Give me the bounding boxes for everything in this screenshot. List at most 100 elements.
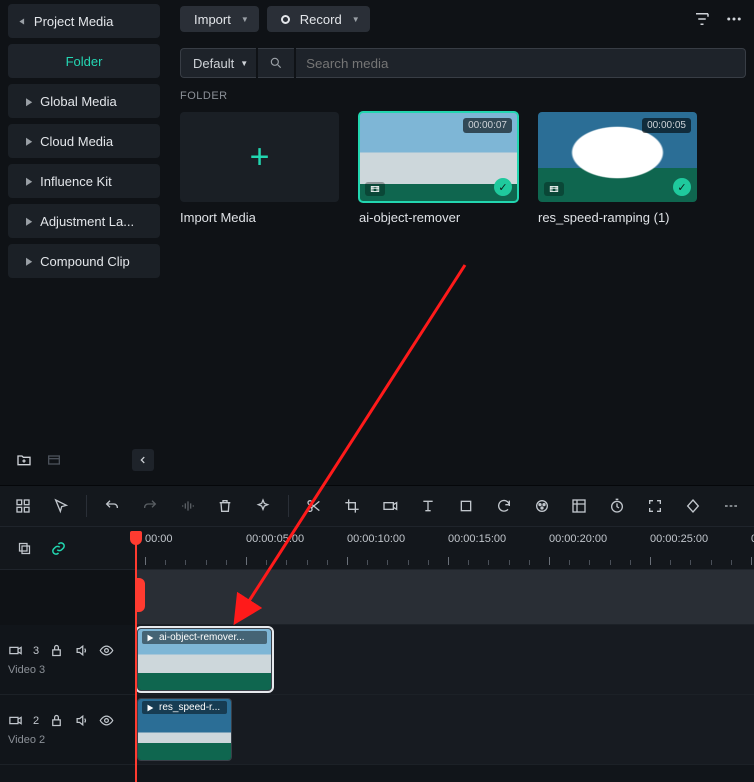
spacer-lane[interactable]: [135, 570, 754, 625]
sidebar-item-project-media[interactable]: ▼ Project Media: [8, 4, 160, 38]
text-icon[interactable]: [411, 491, 445, 521]
chevron-down-icon: ▼: [240, 59, 248, 68]
adjust-icon[interactable]: [562, 491, 596, 521]
rotate-icon[interactable]: [487, 491, 521, 521]
media-thumb[interactable]: 00:00:05 ✓: [538, 112, 697, 202]
redo-icon[interactable]: [133, 491, 167, 521]
video-indicator-icon: [365, 182, 385, 196]
ruler-tick-label: 00:00:25:00: [650, 533, 708, 545]
media-label: ai-object-remover: [359, 210, 518, 225]
sidebar-item-adjustment-layer[interactable]: ▶ Adjustment La...: [8, 204, 160, 238]
sidebar-item-influence-kit[interactable]: ▶ Influence Kit: [8, 164, 160, 198]
sidebar-item-global-media[interactable]: ▶ Global Media: [8, 84, 160, 118]
track-name: Video 2: [8, 734, 127, 746]
import-media-thumb[interactable]: +: [180, 112, 339, 202]
timer-icon[interactable]: [600, 491, 634, 521]
visibility-icon[interactable]: [99, 713, 114, 728]
video-indicator-icon: [544, 182, 564, 196]
mute-icon[interactable]: [74, 713, 89, 728]
expand-icon[interactable]: [638, 491, 672, 521]
link-icon[interactable]: [46, 533, 70, 563]
split-icon[interactable]: [297, 491, 331, 521]
search-scope-select[interactable]: Default ▼: [180, 48, 256, 78]
record-dropdown[interactable]: Record ▼: [267, 6, 370, 32]
track-number: 2: [33, 715, 39, 727]
media-panel: Import ▼ Record ▼ Default ▼: [168, 0, 754, 485]
search-bar: Default ▼: [180, 48, 746, 78]
audio-detach-icon[interactable]: [171, 491, 205, 521]
camera-icon: [8, 713, 23, 728]
visibility-icon[interactable]: [99, 643, 114, 658]
clip-label: res_speed-r...: [159, 702, 220, 713]
track-number: 3: [33, 645, 39, 657]
ruler-tick-label: 00:00: [145, 533, 173, 545]
lock-icon[interactable]: [49, 643, 64, 658]
frame-icon[interactable]: [449, 491, 483, 521]
mute-icon[interactable]: [74, 643, 89, 658]
more-tools-icon[interactable]: [714, 491, 748, 521]
ai-tools-icon[interactable]: [246, 491, 280, 521]
sidebar-item-cloud-media[interactable]: ▶ Cloud Media: [8, 124, 160, 158]
media-card-clip2[interactable]: 00:00:05 ✓ res_speed-ramping (1): [538, 112, 697, 225]
timeline-ruler[interactable]: 00:00 00:00:05:00 00:00:10:00 00:00:15:00 00…: [135, 527, 754, 569]
search-scope-label: Default: [193, 56, 234, 71]
media-card-clip1[interactable]: 00:00:07 ✓ ai-object-remover: [359, 112, 518, 225]
track-lane-video2[interactable]: res_speed-r...: [135, 695, 754, 765]
copy-timeline-icon[interactable]: [12, 533, 36, 563]
timeline-clip-ai-object-remover[interactable]: ai-object-remover...: [137, 628, 272, 691]
collapse-sidebar-button[interactable]: [132, 449, 154, 471]
selection-tool-icon[interactable]: [44, 491, 78, 521]
sidebar-item-folder[interactable]: Folder: [8, 44, 160, 78]
sidebar-item-compound-clip[interactable]: ▶ Compound Clip: [8, 244, 160, 278]
duration-badge: 00:00:05: [642, 118, 691, 133]
timeline-clip-res-speed-ramping[interactable]: res_speed-r...: [137, 698, 232, 761]
more-icon[interactable]: [722, 7, 746, 31]
lock-icon[interactable]: [49, 713, 64, 728]
new-bin-icon[interactable]: [44, 450, 64, 470]
filter-icon[interactable]: [690, 7, 714, 31]
sidebar-label: Project Media: [34, 14, 113, 29]
new-folder-icon[interactable]: [14, 450, 34, 470]
import-media-card[interactable]: + Import Media: [180, 112, 339, 225]
sidebar-label: Compound Clip: [40, 254, 130, 269]
color-icon[interactable]: [525, 491, 559, 521]
ruler-tick-label: 00:00:05:00: [246, 533, 304, 545]
media-thumb[interactable]: 00:00:07 ✓: [359, 112, 518, 202]
clip-label: ai-object-remover...: [159, 632, 245, 643]
chevron-right-icon: ▶: [26, 175, 32, 187]
timeline-toolbar: [0, 486, 754, 526]
media-label: Import Media: [180, 210, 339, 225]
chevron-down-icon: ▼: [241, 15, 249, 24]
track-header-video3[interactable]: 3 Video 3: [0, 625, 135, 695]
sidebar-label: Adjustment La...: [40, 214, 134, 229]
import-dropdown[interactable]: Import ▼: [180, 6, 259, 32]
delete-icon[interactable]: [208, 491, 242, 521]
track-options-icon[interactable]: [6, 491, 40, 521]
undo-icon[interactable]: [95, 491, 129, 521]
keyframe-icon[interactable]: [676, 491, 710, 521]
track-name: Video 3: [8, 664, 127, 676]
plus-icon: +: [250, 138, 270, 177]
search-input[interactable]: [296, 48, 746, 78]
media-label: res_speed-ramping (1): [538, 210, 697, 225]
sidebar-label: Global Media: [40, 94, 117, 109]
sidebar-label: Cloud Media: [40, 134, 113, 149]
ruler-tick-label: 00:00:15:00: [448, 533, 506, 545]
camera-icon: [8, 643, 23, 658]
sidebar-label: Influence Kit: [40, 174, 112, 189]
chevron-right-icon: ▶: [26, 215, 32, 227]
sidebar: ▼ Project Media Folder ▶ Global Media ▶ …: [0, 0, 168, 485]
check-icon: ✓: [673, 178, 691, 196]
chevron-right-icon: ▶: [26, 95, 32, 107]
sidebar-label: Folder: [66, 54, 103, 69]
chevron-down-icon: ▼: [352, 15, 360, 24]
ruler-tick-label: 00:00:10:00: [347, 533, 405, 545]
play-icon: [145, 633, 155, 643]
speed-icon[interactable]: [373, 491, 407, 521]
track-header-video2[interactable]: 2 Video 2: [0, 695, 135, 765]
track-lane-video3[interactable]: ai-object-remover...: [135, 625, 754, 695]
record-label: Record: [300, 12, 342, 27]
crop-icon[interactable]: [335, 491, 369, 521]
record-icon: [281, 15, 290, 24]
playhead[interactable]: [135, 535, 137, 782]
